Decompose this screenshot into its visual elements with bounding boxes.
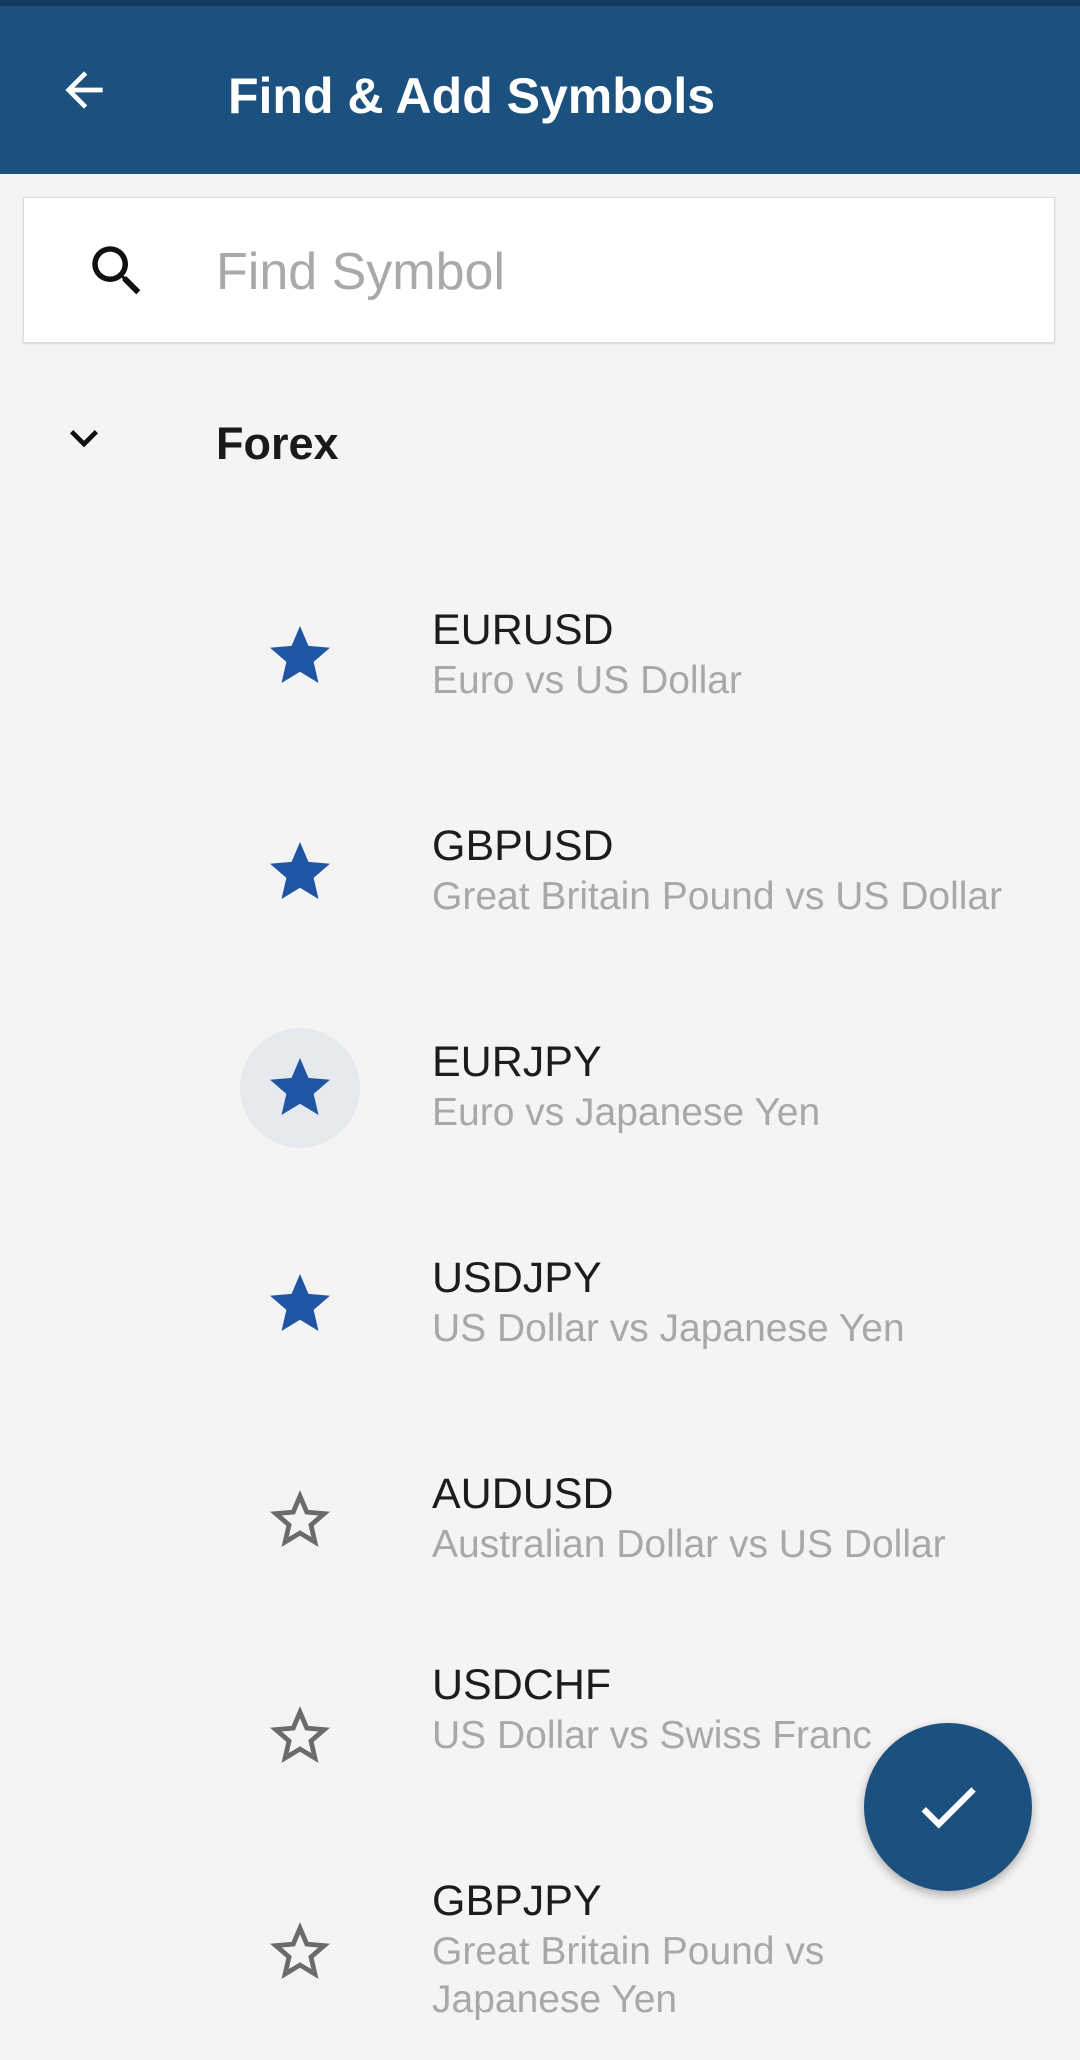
- symbol-name: USDJPY: [432, 1254, 602, 1302]
- list-item[interactable]: EURUSD Euro vs US Dollar: [0, 548, 1080, 764]
- star-filled-icon: [270, 842, 330, 899]
- check-icon: [921, 1787, 976, 1829]
- search-input[interactable]: [214, 226, 1018, 318]
- group-header-forex[interactable]: Forex: [0, 380, 1080, 500]
- symbol-description: Australian Dollar vs US Dollar: [432, 1523, 946, 1566]
- list-item[interactable]: USDJPY US Dollar vs Japanese Yen: [0, 1196, 1080, 1412]
- favorite-toggle-button[interactable]: [240, 1892, 360, 2012]
- symbol-description: US Dollar vs Japanese Yen: [432, 1307, 905, 1350]
- favorite-toggle-button[interactable]: [240, 812, 360, 932]
- symbol-description: Euro vs Japanese Yen: [432, 1091, 821, 1134]
- star-filled-icon: [270, 1274, 330, 1331]
- star-filled-icon: [270, 1058, 330, 1115]
- symbol-name: EURJPY: [432, 1038, 602, 1086]
- page-title: Find & Add Symbols: [228, 68, 716, 124]
- search-icon: [92, 246, 141, 295]
- star-filled-icon: [270, 626, 330, 683]
- symbol-description: Euro vs US Dollar: [432, 659, 742, 702]
- symbol-name: GBPJPY: [432, 1877, 602, 1925]
- star-outline-icon: [270, 1922, 330, 1979]
- list-item[interactable]: EURJPY Euro vs Japanese Yen: [0, 980, 1080, 1196]
- app-bar: Find & Add Symbols: [0, 6, 1080, 174]
- symbol-name: AUDUSD: [432, 1470, 614, 1518]
- star-outline-icon: [270, 1706, 330, 1763]
- back-button[interactable]: [44, 50, 124, 130]
- list-item[interactable]: AUDUSD Australian Dollar vs US Dollar: [0, 1412, 1080, 1628]
- star-outline-icon: [270, 1490, 330, 1547]
- favorite-toggle-button[interactable]: [240, 596, 360, 716]
- list-item[interactable]: GBPUSD Great Britain Pound vs US Dollar: [0, 764, 1080, 980]
- chevron-down-icon: [70, 430, 98, 448]
- group-label: Forex: [216, 418, 339, 469]
- symbol-name: USDCHF: [432, 1661, 612, 1709]
- symbol-name: EURUSD: [432, 606, 614, 654]
- symbol-name: GBPUSD: [432, 822, 614, 870]
- symbol-description: Great Britain Pound vs US Dollar: [432, 875, 1003, 918]
- search-bar[interactable]: [23, 197, 1055, 343]
- favorite-toggle-button[interactable]: [240, 1028, 360, 1148]
- confirm-button[interactable]: [864, 1723, 1032, 1891]
- favorite-toggle-button[interactable]: [240, 1460, 360, 1580]
- favorite-toggle-button[interactable]: [240, 1676, 360, 1796]
- favorite-toggle-button[interactable]: [240, 1244, 360, 1364]
- arrow-left-icon: [65, 71, 103, 109]
- symbol-description: Great Britain Pound vs Japanese Yen: [432, 1930, 825, 2021]
